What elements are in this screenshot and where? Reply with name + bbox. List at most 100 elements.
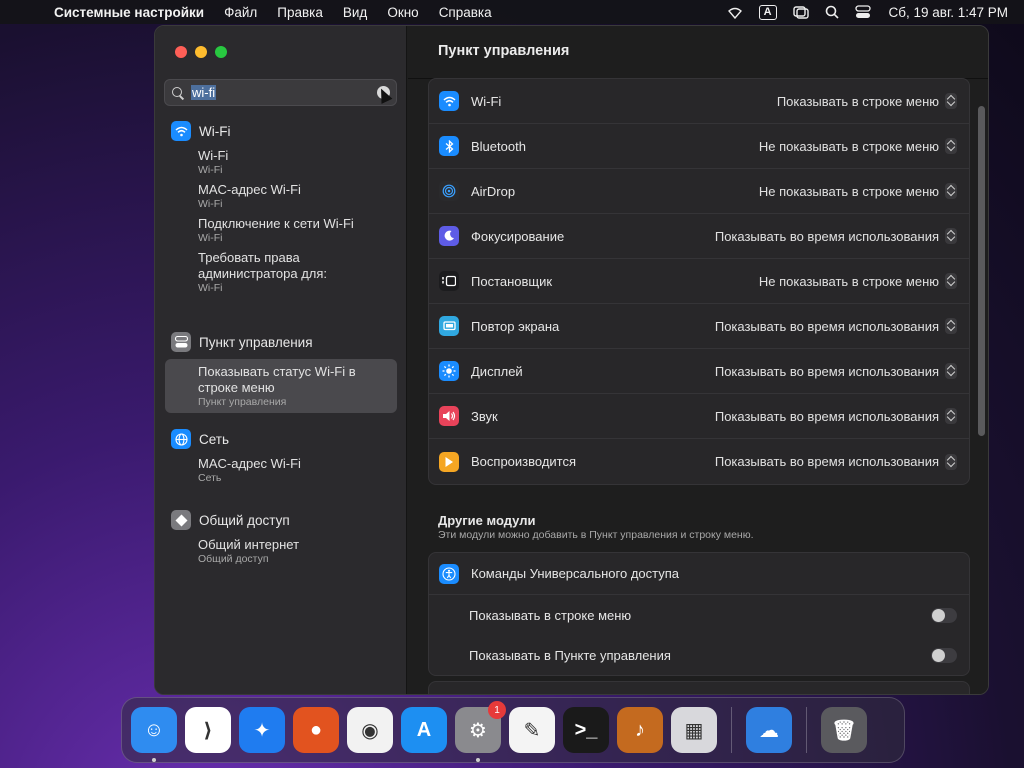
other-modules-title: Другие модули (438, 513, 536, 528)
launchpad-icon[interactable]: ▦ (671, 707, 717, 753)
sidebar-result-item[interactable]: MAC-адрес Wi-Fi Wi-Fi (155, 182, 407, 211)
sidebar-header-wifi[interactable]: Wi-Fi (155, 119, 407, 143)
menu-view[interactable]: Вид (333, 5, 377, 20)
chrome-icon[interactable]: ◉ (347, 707, 393, 753)
sidebar-section-control-center: Пункт управления Показывать статус Wi-Fi… (155, 330, 407, 413)
sun-icon (439, 361, 459, 381)
wifi-status-icon[interactable] (719, 6, 751, 19)
result-title: MAC-адрес Wi-Fi (198, 182, 301, 197)
module-label: Команды Универсального доступа (471, 566, 680, 581)
menu-edit[interactable]: Правка (267, 5, 333, 20)
module-label: Фокусирование (471, 228, 565, 244)
module-visibility-popup[interactable]: Не показывать в строке меню (759, 183, 957, 199)
menu-app-name[interactable]: Системные настройки (44, 5, 214, 20)
module-visibility-popup[interactable]: Показывать в строке меню (777, 93, 957, 109)
menu-clock[interactable]: Сб, 19 авг. 1:47 PM (879, 5, 1008, 20)
menu-window[interactable]: Окно (377, 5, 428, 20)
wifi-icon (439, 91, 459, 111)
module-label: AirDrop (471, 183, 516, 199)
safari-glyph: ✦ (253, 719, 271, 742)
keyboard-input-indicator[interactable]: A (751, 4, 785, 20)
weather-icon[interactable]: ☁ (746, 707, 792, 753)
close-button[interactable] (175, 46, 187, 58)
stage-manager-menu-icon[interactable] (785, 5, 817, 19)
sidebar-result-item[interactable]: MAC-адрес Wi-Fi Сеть (155, 456, 407, 485)
module-row-stage-manager: Постановщик Не показывать в строке меню (429, 259, 969, 304)
menu-file[interactable]: Файл (214, 5, 267, 20)
system-settings-icon[interactable]: ⚙ 1 (455, 701, 506, 762)
weather-glyph: ☁ (759, 719, 779, 742)
sidebar-header-sharing[interactable]: Общий доступ (155, 508, 407, 532)
control-center-icon (171, 332, 191, 352)
sidebar-header-label: Общий доступ (199, 512, 290, 528)
terminal-icon[interactable]: >_ (563, 707, 609, 753)
sidebar-header-label: Пункт управления (199, 334, 313, 350)
sidebar-result-item-selected[interactable]: Показывать статус Wi-Fi в строке меню Пу… (165, 359, 397, 413)
safari-icon[interactable]: ✦ (239, 707, 285, 753)
running-indicator (476, 758, 480, 762)
result-subtitle: Сеть (198, 472, 222, 484)
sidebar-header-network[interactable]: Сеть (155, 427, 407, 451)
popup-value: Показывать во время использования (714, 318, 939, 334)
result-subtitle: Wi-Fi (198, 232, 223, 244)
search-icon (171, 86, 185, 100)
globe-icon (171, 429, 191, 449)
vscode-icon[interactable]: ⟩ (185, 707, 231, 753)
screen-mirroring-icon (439, 316, 459, 336)
app-store-glyph: A (416, 718, 432, 741)
module-visibility-popup[interactable]: Не показывать в строке меню (759, 138, 957, 154)
popup-stepper-icon (945, 363, 957, 379)
main-pane: Пункт управления Wi-Fi Показывать в стро… (408, 26, 988, 694)
sidebar-result-item[interactable]: Общий интернет Общий доступ (155, 537, 407, 566)
trash-icon[interactable]: 🗑 (821, 707, 867, 753)
module-label: Дисплей (471, 363, 523, 379)
sidebar-result-item[interactable]: Подключение к сети Wi-Fi Wi-Fi (155, 216, 407, 245)
textedit-icon[interactable]: ✎ (509, 707, 555, 753)
notification-badge: 1 (488, 701, 506, 719)
other-modules-subtitle: Эти модули можно добавить в Пункт управл… (438, 529, 754, 541)
sidebar-result-item[interactable]: Требовать права администратора для: Wi-F… (155, 250, 407, 295)
show-in-menu-bar-toggle[interactable] (931, 607, 957, 623)
finder-icon[interactable]: ☺ (131, 707, 177, 762)
app-store-icon[interactable]: A (401, 707, 447, 753)
sharing-icon (171, 510, 191, 530)
module-label: Звук (471, 408, 498, 424)
scrollbar[interactable] (978, 106, 985, 436)
next-module-group (428, 681, 970, 694)
module-visibility-popup[interactable]: Не показывать в строке меню (759, 273, 957, 289)
sidebar-section-network: Сеть MAC-адрес Wi-Fi Сеть (155, 427, 407, 485)
module-visibility-popup[interactable]: Показывать во время использования (715, 318, 957, 334)
launchpad-glyph: ▦ (684, 719, 704, 742)
search-field[interactable]: wi-fi (164, 79, 397, 106)
spotlight-icon[interactable] (817, 5, 847, 19)
menu-help[interactable]: Справка (429, 5, 502, 20)
show-in-control-center-toggle[interactable] (931, 647, 957, 663)
control-center-menu-icon[interactable] (847, 5, 879, 19)
sidebar-result-item[interactable]: Wi-Fi Wi-Fi (155, 148, 407, 177)
result-subtitle: Wi-Fi (198, 198, 223, 210)
module-visibility-popup[interactable]: Показывать во время использования (715, 228, 957, 244)
zoom-button[interactable] (215, 46, 227, 58)
result-title: Требовать права администратора для: (198, 250, 328, 281)
accessibility-shortcuts-group: Команды Универсального доступа Показыват… (428, 552, 970, 676)
popup-stepper-icon (945, 318, 957, 334)
result-title: Подключение к сети Wi-Fi (198, 216, 354, 231)
popup-value: Показывать во время использования (714, 363, 939, 379)
textedit-glyph: ✎ (523, 719, 541, 742)
toggle-label: Показывать в Пункте управления (469, 647, 671, 663)
sidebar-header-label: Wi-Fi (199, 123, 231, 139)
module-visibility-popup[interactable]: Показывать во время использования (715, 408, 957, 424)
system-settings-glyph: ⚙ (469, 719, 487, 742)
search-input[interactable]: wi-fi (191, 85, 217, 100)
module-label: Постановщик (471, 273, 553, 289)
speaker-icon (439, 406, 459, 426)
sidebar-header-control-center[interactable]: Пункт управления (155, 330, 407, 354)
accessibility-icon (439, 563, 459, 584)
module-visibility-popup[interactable]: Показывать во время использования (715, 453, 957, 470)
garageband-icon[interactable]: ♪ (617, 707, 663, 753)
firefox-icon[interactable]: ● (293, 707, 339, 753)
bluetooth-icon (439, 136, 459, 156)
popup-stepper-icon (945, 273, 957, 289)
minimize-button[interactable] (195, 46, 207, 58)
module-visibility-popup[interactable]: Показывать во время использования (715, 363, 957, 379)
